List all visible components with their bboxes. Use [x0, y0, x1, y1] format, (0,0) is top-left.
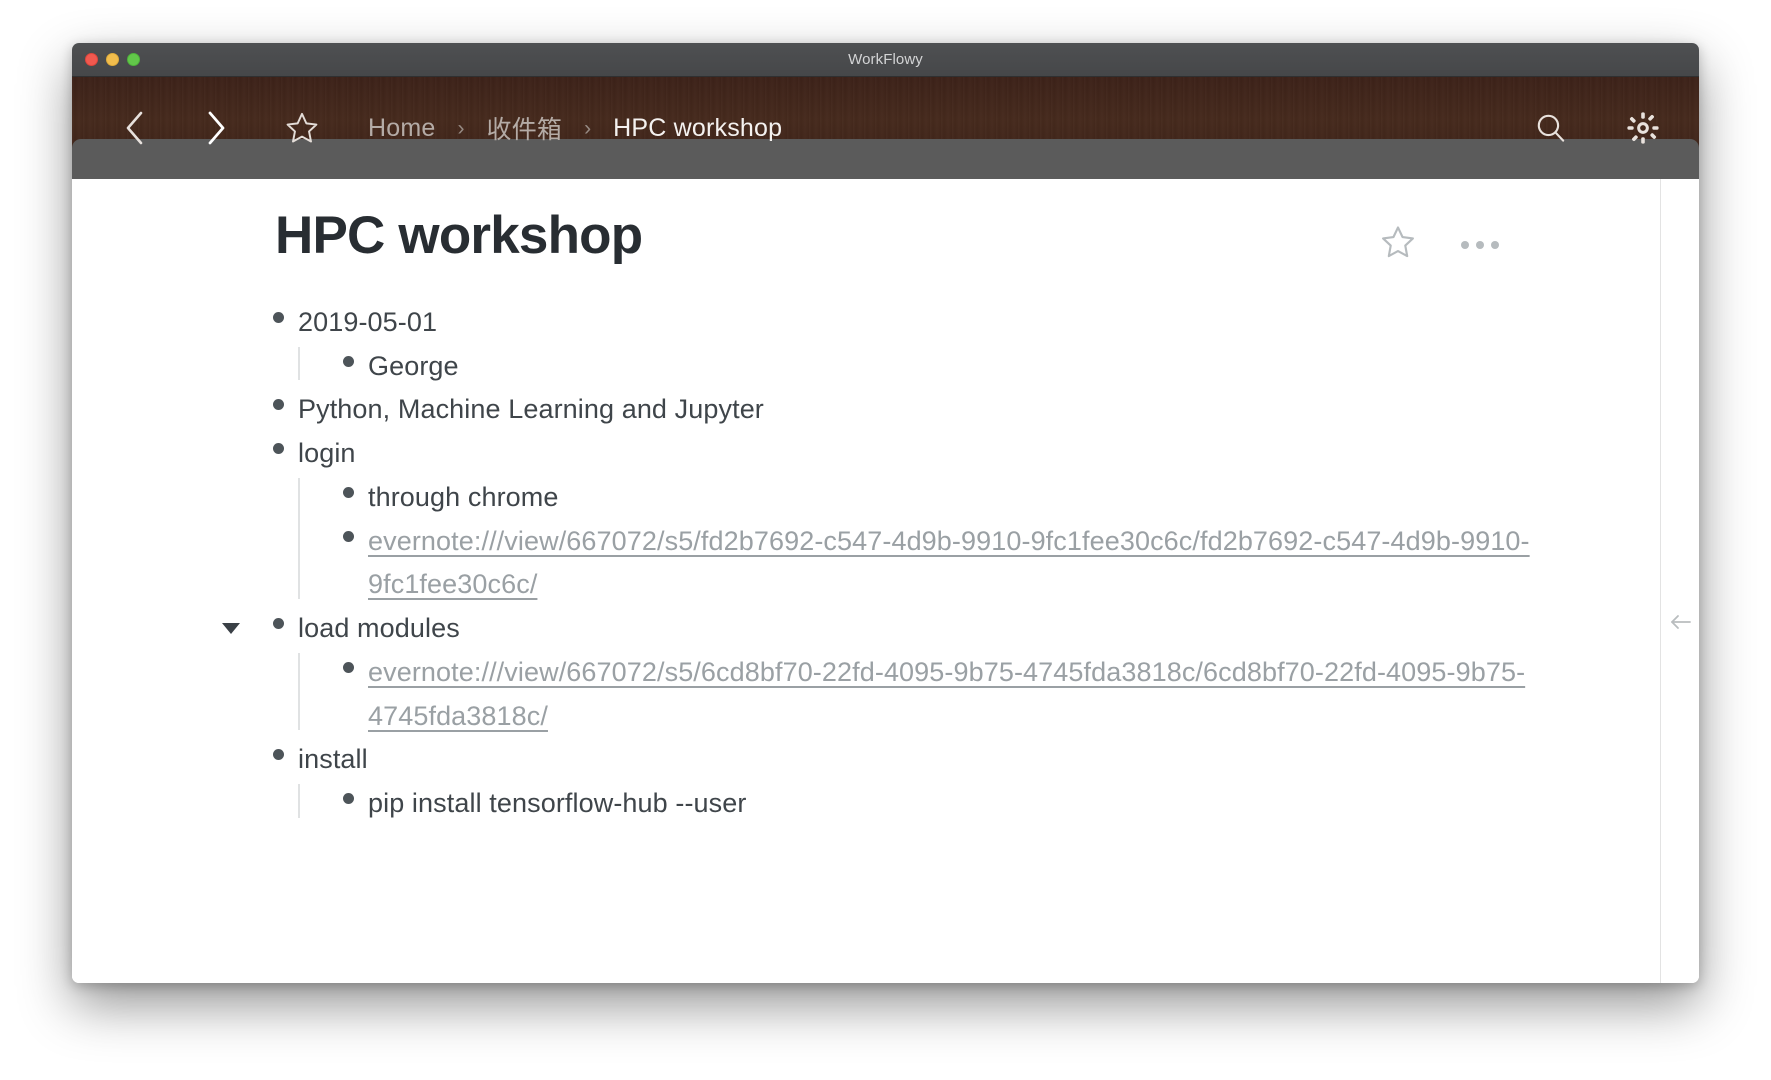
bullet-handle[interactable]	[258, 301, 298, 323]
bullet-icon	[342, 530, 354, 542]
screen: WorkFlowy Home › 收件箱 › HPC workshop HPC …	[0, 0, 1771, 1080]
settings-button[interactable]	[1621, 106, 1665, 150]
outline-node: Python, Machine Learning and Jupyter	[258, 388, 1639, 432]
chevron-down-icon	[222, 622, 240, 634]
ellipsis-icon	[1491, 240, 1499, 249]
gear-icon	[1625, 110, 1661, 146]
bullet-icon	[272, 399, 284, 411]
bullet-icon	[272, 618, 284, 630]
outline-row[interactable]: load modules	[222, 607, 1639, 651]
window-titlebar: WorkFlowy	[72, 43, 1699, 77]
navbar-actions	[1529, 106, 1665, 150]
ellipsis-icon	[1461, 240, 1469, 249]
collapse-toggle-button[interactable]	[218, 617, 244, 639]
outline-item-text[interactable]: 2019-05-01	[298, 301, 1639, 345]
bullet-handle[interactable]	[328, 476, 368, 498]
outline-children: pip install tensorflow-hub --user	[298, 782, 1639, 826]
chevron-left-icon	[123, 110, 145, 146]
close-window-button[interactable]	[85, 53, 98, 66]
outline-item-text[interactable]: pip install tensorflow-hub --user	[368, 782, 1639, 826]
bullet-handle[interactable]	[328, 782, 368, 805]
bullet-handle[interactable]	[328, 651, 368, 673]
page-title: HPC workshop	[275, 206, 643, 265]
outline-row[interactable]: evernote:///view/667072/s5/6cd8bf70-22fd…	[328, 651, 1639, 738]
star-outline-icon	[284, 110, 320, 146]
workflowy-window: WorkFlowy Home › 收件箱 › HPC workshop HPC …	[72, 43, 1699, 983]
outline-row[interactable]: through chrome	[328, 476, 1639, 520]
back-button[interactable]	[112, 106, 156, 150]
outline-row[interactable]: Python, Machine Learning and Jupyter	[258, 388, 1639, 432]
window-title: WorkFlowy	[848, 51, 923, 68]
maximize-window-button[interactable]	[127, 53, 140, 66]
outline-row[interactable]: login	[258, 432, 1639, 476]
navigation-bar: Home › 收件箱 › HPC workshop	[72, 77, 1699, 179]
outline-node: load modules evernote:///view/667072/s5/…	[222, 607, 1639, 738]
outline-list: 2019-05-01 George Python, Machine Learni…	[222, 301, 1639, 826]
breadcrumb: Home › 收件箱 › HPC workshop	[368, 110, 1509, 146]
outline-node: login through chrome evernote:///view/66…	[258, 432, 1639, 607]
outline-row[interactable]: George	[328, 345, 1639, 389]
forward-button[interactable]	[194, 106, 238, 150]
bullet-handle[interactable]	[258, 388, 298, 411]
outline-children: evernote:///view/667072/s5/6cd8bf70-22fd…	[298, 651, 1639, 738]
bullet-icon	[272, 312, 284, 323]
bullet-icon	[342, 793, 354, 805]
outline-row[interactable]: evernote:///view/667072/s5/fd2b7692-c547…	[328, 520, 1639, 607]
bullet-icon	[342, 661, 354, 673]
outline-item-text[interactable]: George	[368, 345, 1639, 389]
minimize-window-button[interactable]	[106, 53, 119, 66]
outline-node: 2019-05-01 George	[258, 301, 1639, 388]
page-header: HPC workshop	[72, 179, 1699, 265]
collapse-sidebar-button[interactable]	[1665, 609, 1695, 639]
outline-row[interactable]: pip install tensorflow-hub --user	[328, 782, 1639, 826]
breadcrumb-item-home[interactable]: Home	[368, 114, 436, 143]
favorite-button[interactable]	[280, 106, 324, 150]
outline-row[interactable]: 2019-05-01	[258, 301, 1639, 345]
outline-item-link[interactable]: evernote:///view/667072/s5/6cd8bf70-22fd…	[368, 651, 1639, 738]
breadcrumb-item-inbox[interactable]: 收件箱	[487, 110, 563, 146]
bullet-icon	[272, 443, 284, 455]
breadcrumb-item-current[interactable]: HPC workshop	[613, 114, 782, 143]
bullet-handle[interactable]	[328, 345, 368, 367]
outline-item-text[interactable]: through chrome	[368, 476, 1639, 520]
bullet-handle[interactable]	[258, 432, 298, 455]
search-button[interactable]	[1529, 106, 1573, 150]
breadcrumb-separator: ›	[457, 116, 465, 140]
bullet-icon	[342, 486, 354, 498]
outline-children: George	[298, 345, 1639, 389]
search-icon	[1534, 111, 1568, 145]
star-outline-icon	[1379, 226, 1417, 265]
outline-row[interactable]: install	[258, 738, 1639, 782]
page-favorite-button[interactable]	[1379, 223, 1417, 266]
outline-children: through chrome evernote:///view/667072/s…	[298, 476, 1639, 607]
outline-item-link[interactable]: evernote:///view/667072/s5/fd2b7692-c547…	[368, 520, 1639, 607]
bullet-handle[interactable]	[258, 738, 298, 761]
bullet-handle[interactable]	[328, 520, 368, 542]
outline-item-text[interactable]: login	[298, 432, 1639, 476]
outline-item-text[interactable]: load modules	[298, 607, 1639, 651]
bullet-handle[interactable]	[258, 607, 298, 630]
outline-node: install pip install tensorflow-hub --use…	[258, 738, 1639, 825]
content-divider	[1660, 179, 1661, 983]
outline-item-text[interactable]: Python, Machine Learning and Jupyter	[298, 388, 1639, 432]
content-area: HPC workshop 2019-05-01 George Python, M…	[72, 179, 1699, 983]
page-menu-button[interactable]	[1459, 233, 1501, 257]
breadcrumb-separator: ›	[584, 116, 592, 140]
bullet-icon	[272, 749, 284, 761]
page-actions	[1379, 223, 1501, 266]
traffic-lights	[85, 53, 140, 66]
chevron-right-icon	[205, 110, 227, 146]
arrow-left-icon	[1667, 612, 1693, 637]
ellipsis-icon	[1476, 240, 1484, 249]
outline-item-text[interactable]: install	[298, 738, 1639, 782]
bullet-icon	[342, 355, 354, 367]
